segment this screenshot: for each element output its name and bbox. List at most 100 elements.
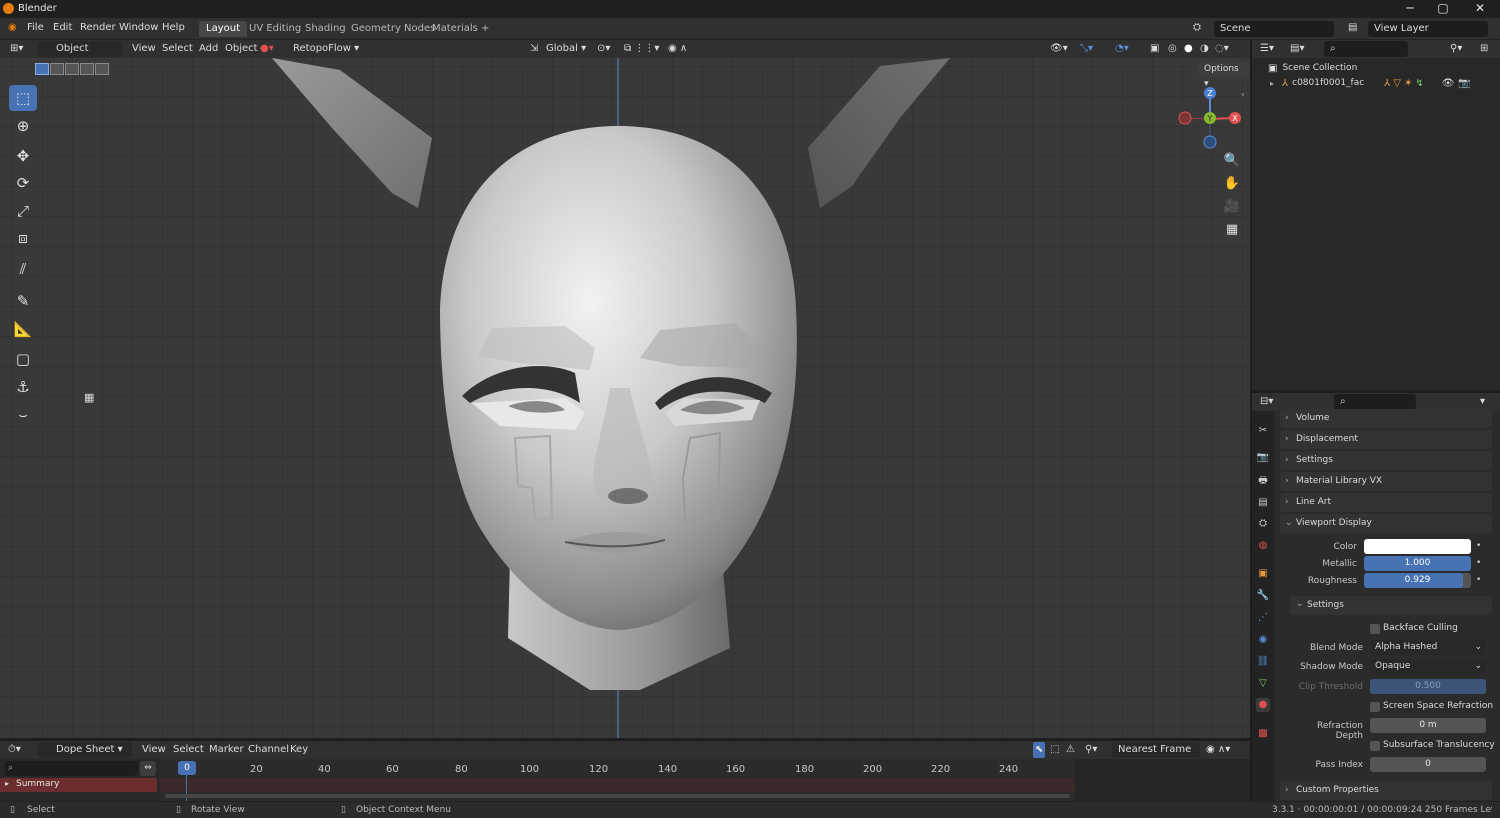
object-tab-icon[interactable]: ▣ [1256, 567, 1270, 581]
view-layer-tab-icon[interactable]: ▤ [1256, 496, 1270, 510]
render-tab-icon[interactable]: 📷 [1256, 451, 1270, 465]
filter-icon[interactable]: ⚲▾ [1450, 41, 1462, 57]
timeline-marker-menu[interactable]: Marker [209, 742, 244, 758]
retopoflow-icon[interactable]: ●▾ [260, 41, 274, 57]
camera-view-icon[interactable]: 🎥 [1221, 196, 1243, 218]
backface-culling-checkbox[interactable] [1370, 624, 1380, 634]
texture-tab-icon[interactable]: ▩ [1256, 727, 1270, 741]
select-menu[interactable]: Select [162, 41, 193, 57]
metallic-slider[interactable]: 1.000 [1364, 556, 1471, 571]
ortho-grid-icon[interactable]: ▦ [1221, 219, 1243, 241]
timeline-key-menu[interactable]: Key [290, 742, 308, 758]
only-errors-icon[interactable]: ⚠ [1066, 742, 1075, 758]
timeline-select-menu[interactable]: Select [173, 742, 204, 758]
panel-custom-properties[interactable]: › Custom Properties [1280, 781, 1492, 800]
3d-viewport[interactable]: Options ▾ ⬚ ⊕ ✥ ⟳ ⤢ ⧈ ⫽ ✎ 📐 ▢ ⚓ ⌣ ▦ Z X … [0, 58, 1250, 738]
scene-collection-row[interactable]: ▣ Scene Collection [1268, 61, 1357, 75]
modifier-tab-icon[interactable]: 🔧 [1256, 589, 1270, 603]
output-tab-icon[interactable]: 🖶 [1256, 474, 1270, 488]
color-swatch[interactable] [1364, 539, 1471, 554]
menu-window[interactable]: Window [119, 22, 158, 33]
eye-visibility-icon[interactable]: 👁 [1442, 78, 1455, 89]
xray-icon[interactable]: ▣ [1150, 41, 1159, 57]
properties-search-input[interactable]: ⌕ [1334, 394, 1416, 410]
close-button[interactable]: ✕ [1465, 1, 1495, 17]
summary-expand-icon[interactable]: ▸ [5, 779, 9, 788]
dope-sheet-mode-dropdown[interactable]: Dope Sheet ▾ [38, 742, 132, 758]
object-menu[interactable]: Object [225, 41, 258, 57]
panel-line-art[interactable]: › Line Art [1280, 493, 1492, 512]
visibility-icon[interactable]: 👁▾ [1050, 41, 1068, 57]
properties-options-icon[interactable]: ▾ [1480, 394, 1485, 410]
scene-icon[interactable]: ⛭ [1193, 22, 1201, 33]
gizmo-toggle-icon[interactable]: ⤡▾ [1080, 41, 1093, 57]
timeline-filter-icon[interactable]: ⚲▾ [1085, 742, 1097, 758]
pass-index-field[interactable]: 0 [1370, 757, 1486, 772]
scene-tab-icon[interactable]: ⛭ [1256, 517, 1270, 531]
metallic-keyframe-icon[interactable]: • [1476, 558, 1481, 568]
world-tab-icon[interactable]: ◍ [1256, 539, 1270, 553]
snap-icon[interactable]: ⧉ ⋮⋮▾ [624, 41, 659, 57]
menu-file[interactable]: File [27, 22, 44, 33]
data-tab-icon[interactable]: ▽ [1256, 677, 1270, 691]
display-mode-icon[interactable]: ▤▾ [1290, 41, 1304, 57]
timeline-view-menu[interactable]: View [142, 742, 166, 758]
outliner-editor-type-icon[interactable]: ☰▾ [1260, 41, 1274, 57]
constraints-tab-icon[interactable]: ⛓ [1256, 655, 1270, 669]
material-tab-icon[interactable]: ● [1256, 698, 1270, 712]
swap-icon[interactable]: ⇔ [140, 761, 156, 776]
summary-row[interactable]: ▸ Summary [0, 778, 157, 792]
properties-editor-type-icon[interactable]: ⊟▾ [1260, 394, 1273, 410]
timeline-editor-type-icon[interactable]: ⏱▾ [8, 742, 21, 758]
shading-wireframe-icon[interactable]: ◎ [1168, 41, 1177, 57]
minimize-button[interactable]: ─ [1395, 1, 1425, 17]
tab-layout[interactable]: Layout [199, 21, 247, 37]
pivot-icon[interactable]: ⊙▾ [597, 41, 610, 57]
roughness-keyframe-icon[interactable]: • [1476, 575, 1481, 585]
navigation-gizmo[interactable]: Z X Y [1175, 84, 1245, 154]
timeline-scrollbar[interactable] [165, 794, 1070, 798]
editor-type-icon[interactable]: ⊞▾ [10, 41, 23, 57]
panel-viewport-display[interactable]: ⌄ Viewport Display [1280, 514, 1492, 533]
subpanel-settings[interactable]: ⌄ Settings [1290, 596, 1492, 615]
blender-menu-icon[interactable]: ◉ [8, 22, 17, 33]
expand-arrow-icon[interactable]: ▸ [1270, 79, 1274, 88]
blend-mode-dropdown[interactable]: Alpha Hashed ⌄ [1370, 640, 1486, 655]
snap-mode-dropdown[interactable]: Nearest Frame ▾ [1112, 742, 1200, 771]
outliner-object-row[interactable]: ▸ ⅄ c0801f0001_fac ⅄ ▽ ✶ ↯ 👁 📷 [1270, 76, 1496, 90]
color-keyframe-icon[interactable]: • [1476, 541, 1481, 551]
mode-dropdown[interactable]: Object Mode ▾ [38, 41, 122, 70]
view-menu[interactable]: View [132, 41, 156, 57]
render-camera-icon[interactable]: 📷 [1458, 78, 1470, 89]
timeline-channel-menu[interactable]: Channel [248, 742, 289, 758]
panel-settings[interactable]: › Settings [1280, 451, 1492, 470]
shadow-mode-dropdown[interactable]: Opaque ⌄ [1370, 659, 1486, 674]
gizmo-neg-z-icon[interactable] [1203, 135, 1217, 149]
add-workspace-button[interactable]: + [474, 21, 496, 37]
gizmo-neg-x-icon[interactable] [1178, 111, 1192, 125]
panel-displacement[interactable]: › Displacement [1280, 430, 1492, 449]
maximize-button[interactable]: ▢ [1428, 1, 1458, 17]
timeline-area[interactable]: ⌕ ⇔ ▸ Summary 0 [0, 759, 1250, 801]
view-layer-icon[interactable]: ▤ [1348, 22, 1357, 33]
pan-hand-icon[interactable]: ✋ [1221, 173, 1243, 195]
channel-search-input[interactable]: ⌕ [5, 761, 138, 776]
zoom-icon[interactable]: 🔍 [1221, 150, 1243, 172]
particles-tab-icon[interactable]: ⋰ [1256, 611, 1270, 625]
screen-space-refraction-checkbox[interactable] [1370, 702, 1380, 712]
tool-tab-icon[interactable]: ✂ [1256, 424, 1270, 438]
proportional-timeline-icon[interactable]: ◉ ∧▾ [1206, 742, 1230, 758]
show-hidden-icon[interactable]: ⬚ [1050, 742, 1059, 758]
add-menu[interactable]: Add [199, 41, 218, 57]
overlay-toggle-icon[interactable]: ◔▾ [1115, 41, 1129, 57]
roughness-slider-track[interactable]: 0.929 [1364, 573, 1471, 588]
shading-rendered-icon[interactable]: ◌▾ [1215, 41, 1229, 57]
only-selected-icon[interactable]: ⬉ [1033, 742, 1046, 758]
menu-render[interactable]: Render [80, 22, 116, 33]
panel-material-library[interactable]: › Material Library VX [1280, 472, 1492, 491]
menu-edit[interactable]: Edit [53, 22, 72, 33]
sidebar-collapse-icon[interactable]: ‹ [1241, 90, 1245, 100]
proportional-edit-icon[interactable]: ◉ ∧ [668, 41, 687, 57]
shading-solid-icon[interactable]: ● [1184, 41, 1193, 57]
menu-help[interactable]: Help [162, 22, 185, 33]
